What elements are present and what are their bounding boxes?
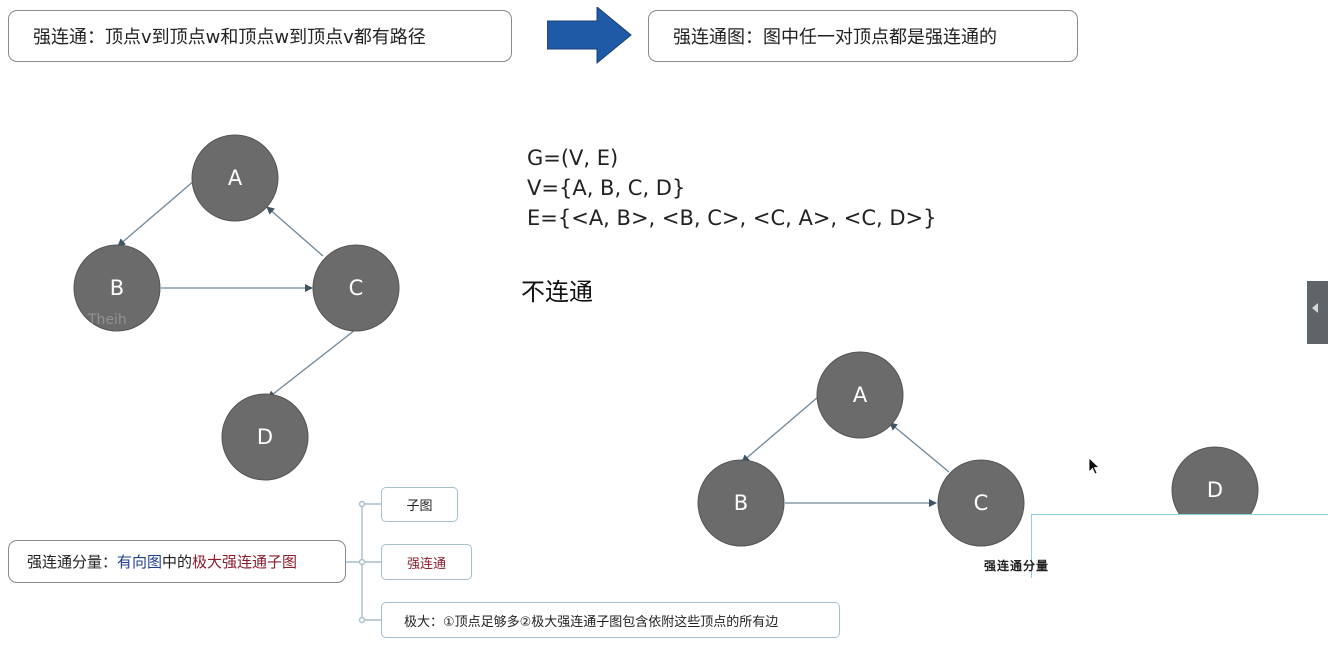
mindmap-child-subgraph-label: 子图: [406, 499, 433, 514]
g1-edge-c-d: [267, 329, 356, 399]
g1-edge-c-a: [266, 206, 324, 257]
g1-node-a-label: A: [228, 166, 243, 190]
formula-vertices: V={A, B, C, D}: [527, 176, 686, 200]
g2-node-c: C: [937, 459, 1025, 547]
g1-node-b-label: B: [110, 276, 124, 300]
g2-node-b: B: [697, 459, 785, 547]
formula-graph: G=(V, E): [527, 146, 619, 170]
g1-node-a: A: [191, 134, 279, 222]
mindmap-child-maximal: 极大：①顶点足够多②极大强连通子图包含依附这些顶点的所有边: [381, 602, 840, 638]
g1-node-d: D: [221, 393, 309, 481]
mindmap-root-maximal-subgraph: 极大强连通子图: [192, 553, 298, 571]
g2-edge-a-b: [741, 396, 819, 463]
mindmap-child-maximal-label: 极大：①顶点足够多②极大强连通子图包含依附这些顶点的所有边: [404, 614, 779, 630]
g2-edge-c-a: [889, 422, 950, 473]
g2-node-a: A: [816, 351, 904, 439]
g1-node-d-label: D: [257, 425, 273, 449]
mouse-cursor-icon: [1088, 457, 1101, 475]
strongly-connected-component-caption: 强连通分量: [984, 559, 1050, 573]
mindmap-root-node: 强连通分量： 有向图 中的 极大强连通子图: [8, 540, 346, 583]
not-connected-label: 不连通: [521, 278, 593, 306]
g1-node-c: C: [312, 244, 400, 332]
formula-edges: E={<A, B>, <B, C>, <C, A>, <C, D>}: [527, 206, 937, 230]
mindmap-connectors: [346, 500, 381, 624]
mindmap-root-middle: 中的: [162, 553, 193, 571]
g1-node-c-label: C: [349, 276, 364, 300]
mindmap-root-directed-graph: 有向图: [117, 553, 163, 571]
chevron-left-icon[interactable]: [1312, 303, 1318, 313]
mindmap-child-strongly-connected-label: 强连通: [406, 556, 446, 572]
mindmap-root-prefix: 强连通分量：: [27, 553, 118, 571]
g2-node-c-label: C: [974, 491, 989, 515]
mindmap-child-strongly-connected: 强连通: [381, 544, 472, 580]
g2-node-a-label: A: [853, 383, 868, 407]
g2-node-b-label: B: [734, 491, 748, 515]
g2-node-d-label: D: [1207, 478, 1223, 502]
mindmap-child-subgraph: 子图: [381, 487, 458, 522]
watermark-text: Theih: [88, 312, 127, 328]
overlay-panel: [1031, 514, 1328, 578]
g1-edge-a-b: [117, 179, 196, 247]
